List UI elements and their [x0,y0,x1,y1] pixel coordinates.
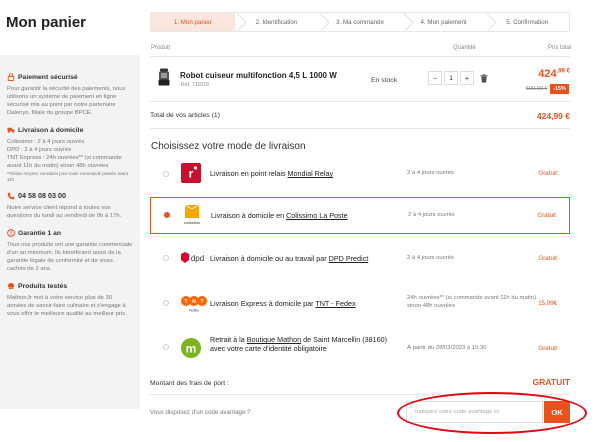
radio-colissimo[interactable] [164,212,170,218]
colissimo-logo: colissimo [181,204,203,226]
stock-status: En stock [371,77,398,84]
svg-text:T: T [200,299,203,305]
secure-payment-title: Paiement sécurisé [18,73,78,81]
truck-icon [7,126,15,134]
delivery-option-store-pickup[interactable]: m Retrait à la Boutique Mathon de Saint … [150,329,570,367]
home-delivery-title: Livraison à domicile [18,126,84,134]
divider [150,101,570,102]
delivery-delay: 2 à 4 jours ouvrés [407,255,454,261]
delivery-delay: 24h ouvrées** (si commande avant 11h du … [407,295,536,309]
svg-text:N: N [192,299,196,305]
delivery-label: Livraison à domicile ou au travail par D… [210,254,369,263]
dpd-predict-link[interactable]: DPD Predict [329,254,369,263]
delivery-delay: 2 à 4 jours ouvrés [407,170,454,176]
home-delivery-text: Colissimo : 2 à 4 jours ouvrés DPD : 2 à… [7,138,133,182]
old-price: 599,99 € [526,86,548,92]
step-order: 3. Ma commande [318,13,402,31]
header-total-price: Prix total [548,45,572,51]
mondial-relay-link[interactable]: Mondial Relay [288,169,334,178]
delivery-delay: 2 à 4 jours ouvrés [408,212,455,218]
delivery-cost: Gratuit [538,345,557,352]
mondial-relay-logo: r [180,162,202,184]
svg-text:FedEx: FedEx [189,309,199,313]
divider [150,56,570,57]
secure-payment-text: Pour garantir la sécurité des paiements,… [7,86,126,116]
delivery-cost: Gratuit [538,255,557,262]
step-confirmation: 5. Confirmation [485,13,569,31]
product-price: 424,99 € [538,68,570,80]
tested-products-title: Produits testés [18,282,68,290]
phone-number[interactable]: 04 58 08 03 00 [18,191,66,200]
promo-code-label: Vous disposez d'un code avantage ? [150,409,251,416]
delivery-option-mondial-relay[interactable]: r Livraison en point relais Mondial Rela… [150,156,570,192]
decrease-quantity-button[interactable]: − [428,71,442,85]
step-payment: 4. Mon paiement [402,13,486,31]
delivery-cost: Gratuit [537,212,556,219]
increase-quantity-button[interactable]: + [460,71,474,85]
discount-badge: -15% [550,84,569,94]
delivery-label: Livraison Express à domicile par TNT - F… [210,299,356,308]
lock-icon [7,73,15,81]
product-reference: Réf. 711018 [181,82,209,88]
delivery-note: **Délais moyens constatés pour toute com… [7,171,128,182]
step-identification: 2. Identification [235,13,319,31]
boutique-mathon-link[interactable]: Boutique Mathon [247,335,301,344]
delivery-section-title: Choisissez votre mode de livraison [151,141,306,152]
product-image[interactable] [158,68,170,86]
warranty-title: Garantie 1 an [18,229,62,237]
shipping-cost-label: Montant des frais de port : [150,380,229,387]
radio-store-pickup[interactable] [163,344,169,350]
warranty-text: Tous nos produits ont une garantie comme… [7,242,133,272]
delivery-option-tnt[interactable]: T N T FedEx Livraison Express à domicile pa… [150,284,570,324]
page-title: Mon panier [6,14,87,31]
header-product: Produit [151,45,171,51]
quantity-value[interactable]: 1 [444,71,458,85]
phone-icon [7,192,15,200]
tnt-fedex-link[interactable]: TNT - Fedex [315,299,355,308]
warranty-icon [7,229,15,237]
radio-dpd[interactable] [163,255,169,261]
svg-text:m: m [186,342,197,356]
svg-text:dpd: dpd [191,254,204,263]
items-total-value: 424,99 € [536,111,570,121]
product-name[interactable]: Robot cuiseur multifonction 4,5 L 1000 W [180,71,337,80]
divider [150,394,570,395]
promo-ok-button[interactable]: OK [544,401,570,423]
shipping-cost-value: GRATUIT [532,377,570,387]
svg-text:colissimo: colissimo [184,220,201,225]
items-total-label: Total de vos articles (1) [150,112,220,119]
delivery-cost: Gratuit [538,170,557,177]
delivery-option-dpd[interactable]: dpd Livraison à domicile ou au travail p… [150,240,570,277]
step-cart[interactable]: 1. Mon panier [151,13,235,31]
svg-text:r: r [189,167,194,181]
quantity-stepper: − 1 + [428,71,490,85]
reassurance-sidebar: Paiement sécurisé Pour garantir la sécur… [0,55,140,409]
header-quantity: Quantité [453,45,476,51]
chef-hat-icon [7,282,15,290]
delivery-label: Livraison à domicile en Colissimo La Pos… [211,211,348,220]
dpd-logo: dpd [180,247,206,269]
mathon-logo: m [180,337,202,359]
radio-tnt[interactable] [163,300,169,306]
divider [150,128,570,129]
svg-text:T: T [184,299,187,305]
radio-mondial-relay[interactable] [163,171,169,177]
phone-text: Notre service client répond à toutes vos… [7,205,122,219]
delivery-option-colissimo[interactable]: colissimo Livraison à domicile en Coliss… [150,197,570,234]
delivery-cost: 15,99€ [538,300,557,307]
colissimo-link[interactable]: Colissimo La Poste [286,211,348,220]
tested-products-text: Mathon.fr met à votre service plus de 30… [7,295,127,317]
delivery-delay: À partir du 28/03/2023 à 15:30 [407,345,487,351]
promo-code-input[interactable] [406,401,543,423]
tnt-logo: T N T FedEx [180,292,208,314]
delivery-label: Livraison en point relais Mondial Relay [210,169,334,178]
checkout-steps: 1. Mon panier 2. Identification 3. Ma co… [150,12,570,32]
trash-icon[interactable] [478,71,490,85]
delivery-label: Retrait à la Boutique Mathon de Saint Ma… [210,335,388,353]
